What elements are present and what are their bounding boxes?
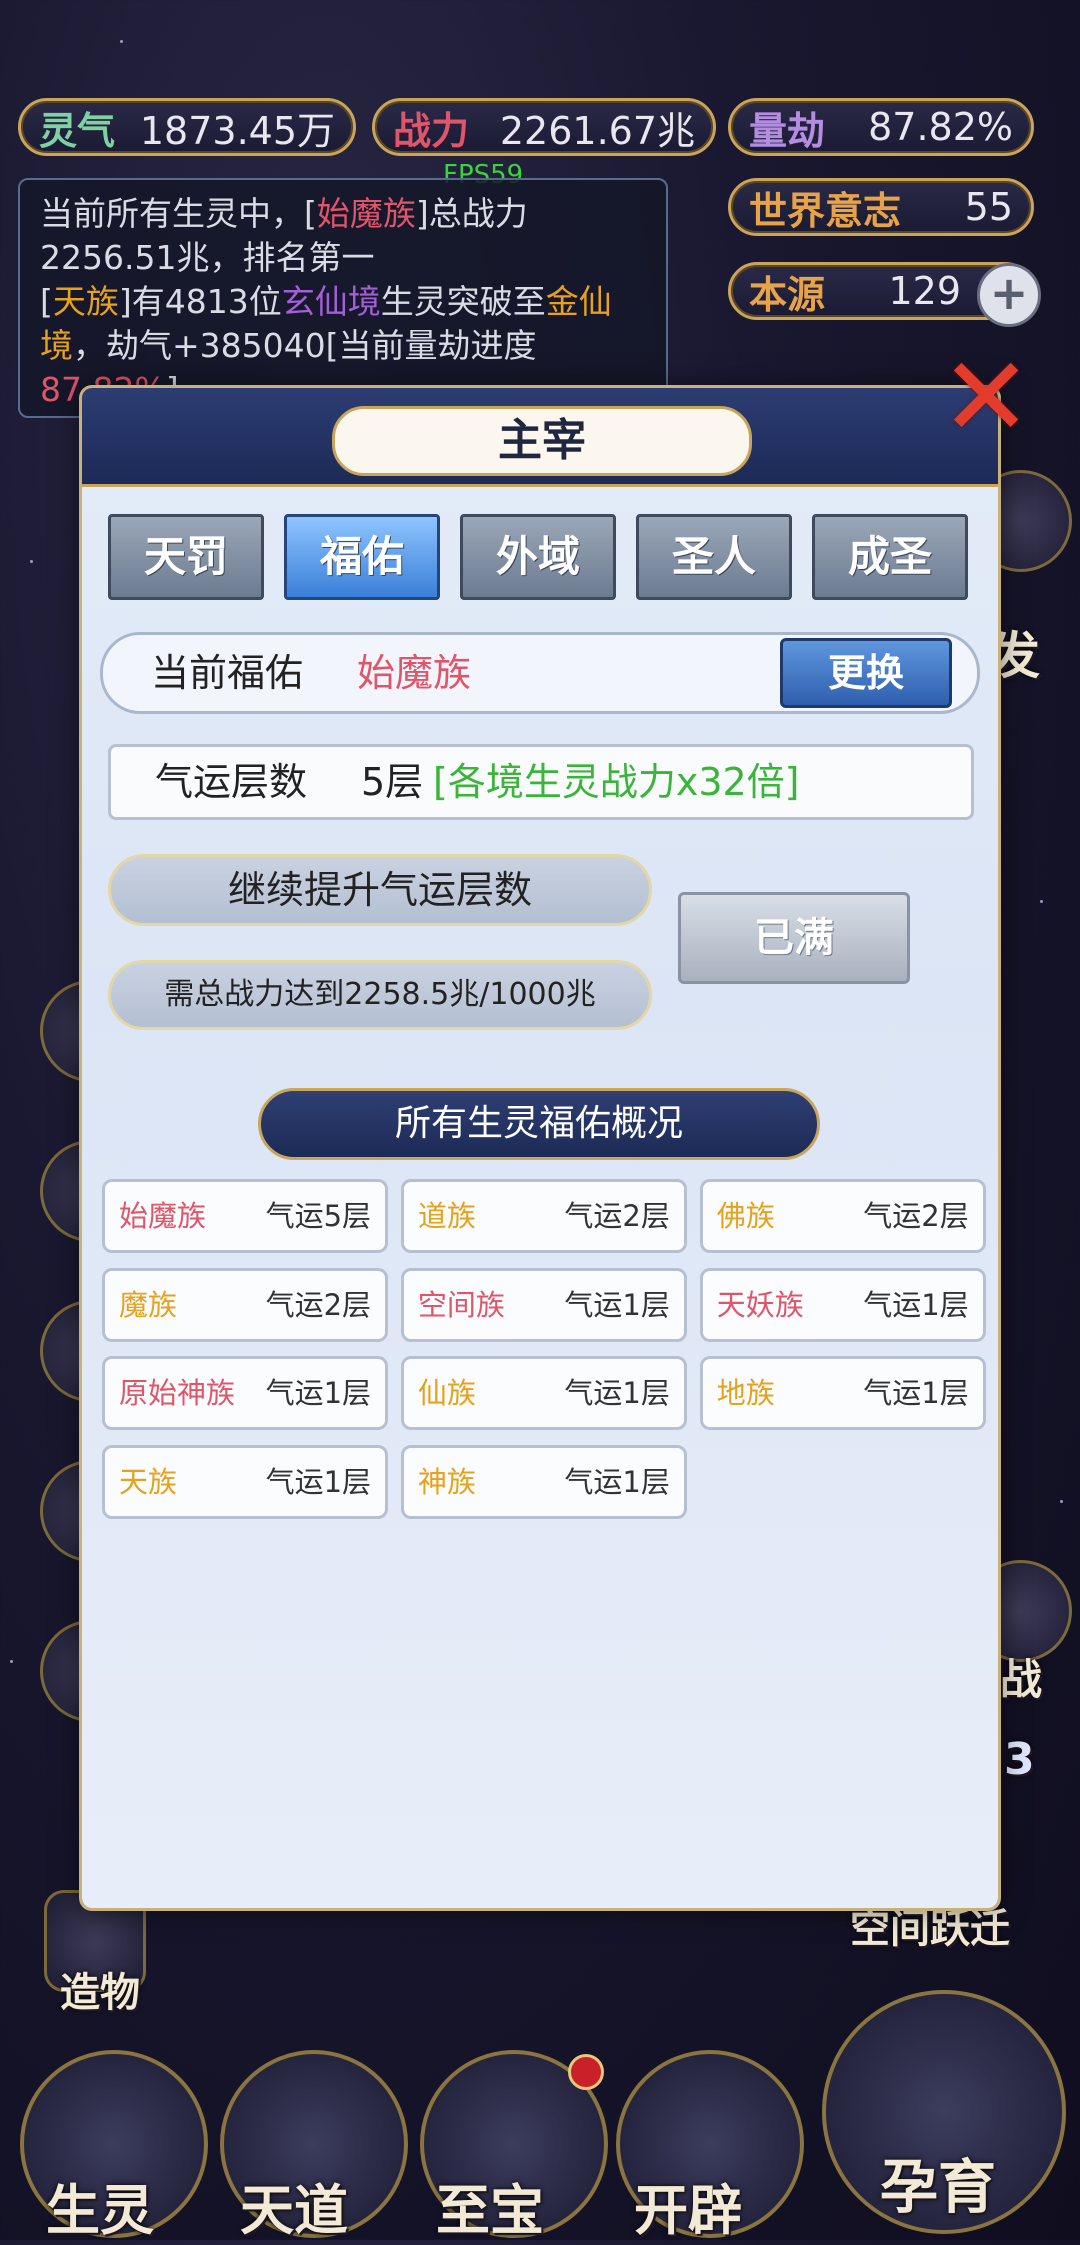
stat-liangjie: 量劫 87.82%	[728, 98, 1034, 156]
race-card: 仙族 气运1层	[400, 1356, 687, 1431]
race-luck-level: 气运2层	[863, 1198, 969, 1233]
nav-label: 至宝	[436, 2179, 544, 2242]
stat-zhanli-value: 2261.67兆	[499, 108, 695, 153]
message-text: [	[40, 282, 53, 321]
message-race: 天族	[52, 282, 119, 321]
nav-label: 天道	[240, 2179, 348, 2242]
tab-fuyou[interactable]: 福佑	[284, 514, 440, 600]
race-luck-level: 气运1层	[265, 1376, 372, 1411]
current-blessing-label: 当前福佑	[151, 651, 304, 695]
upgrade-title: 继续提升气运层数	[108, 854, 652, 926]
change-button[interactable]: 更换	[780, 638, 952, 708]
stat-shijie-label: 世界意志	[749, 188, 902, 233]
nav-label: 孕育	[880, 2153, 997, 2221]
race-card: 地族 气运1层	[699, 1356, 986, 1431]
side-label-right-3: 3	[1004, 1734, 1035, 1785]
star-deco	[10, 1660, 13, 1663]
close-icon[interactable]: ✕	[940, 342, 1032, 452]
race-name: 空间族	[417, 1287, 505, 1322]
message-text: ]有4813位	[118, 282, 282, 321]
race-luck-level: 气运2层	[265, 1287, 372, 1322]
luck-level-row: 气运层数 5层 [各境生灵战力x32倍]	[108, 744, 974, 820]
section-title: 所有生灵福佑概况	[258, 1088, 820, 1160]
race-card: 天妖族 气运1层	[699, 1267, 986, 1342]
add-benyuan-button[interactable]: +	[977, 263, 1041, 327]
stat-lingqi: 灵气 1873.45万	[18, 98, 356, 156]
race-card: 魔族 气运2层	[102, 1267, 389, 1342]
dialog-title: 主宰	[332, 406, 752, 476]
race-luck-level: 气运1层	[863, 1287, 969, 1322]
tab-tianfa[interactable]: 天罚	[108, 514, 264, 600]
tab-shengren[interactable]: 圣人	[636, 514, 792, 600]
race-luck-level: 气运1层	[863, 1376, 969, 1411]
stat-zhanli: 战力 2261.67兆	[372, 98, 716, 156]
upgrade-full-button[interactable]: 已满	[678, 892, 910, 984]
race-card: 原始神族 气运1层	[102, 1356, 389, 1431]
race-luck-level: 气运1层	[564, 1287, 670, 1322]
race-name: 始魔族	[119, 1198, 207, 1233]
message-text: ，劫气+385040[当前量劫进度	[73, 326, 537, 365]
nav-label: 生灵	[46, 2179, 154, 2242]
message-text: 当前所有生灵中，[	[40, 194, 317, 233]
star-deco	[120, 40, 123, 43]
race-card: 神族 气运1层	[400, 1444, 687, 1519]
stat-benyuan: 本源 129 +	[728, 262, 1041, 327]
zhuzai-dialog: 主宰 天罚 福佑 外域 圣人 成圣 当前福佑 始魔族 更换 气运层数 5层 [各…	[82, 388, 998, 1908]
side-label-zaowu: 造物	[60, 1970, 140, 2016]
race-card: 佛族 气运2层	[699, 1178, 986, 1253]
upgrade-requirement: 需总战力达到2258.5兆/1000兆	[108, 960, 652, 1030]
race-name: 天妖族	[716, 1287, 804, 1322]
stat-lingqi-label: 灵气	[39, 108, 116, 153]
race-card: 始魔族 气运5层	[102, 1178, 389, 1253]
race-luck-level: 气运2层	[564, 1198, 670, 1233]
current-blessing-value: 始魔族	[357, 651, 472, 695]
luck-level-label: 气运层数	[155, 760, 308, 804]
race-card: 天族 气运1层	[102, 1444, 389, 1519]
race-name: 地族	[716, 1376, 775, 1411]
star-deco	[30, 560, 33, 563]
stat-liangjie-label: 量劫	[749, 108, 826, 153]
race-luck-level: 气运1层	[265, 1464, 372, 1499]
stat-liangjie-value: 87.82%	[868, 105, 1013, 149]
stat-benyuan-value: 129	[888, 269, 961, 313]
star-deco	[1060, 1500, 1063, 1503]
race-name: 原始神族	[119, 1376, 236, 1411]
notification-dot	[568, 2054, 604, 2090]
message-realm: 玄仙境	[281, 282, 381, 321]
stat-shijie: 世界意志 55	[728, 178, 1034, 236]
stat-benyuan-label: 本源	[749, 272, 826, 317]
luck-level-value: 5层	[361, 760, 424, 804]
race-card: 道族 气运2层	[400, 1178, 687, 1253]
race-card: 空间族 气运1层	[400, 1267, 687, 1342]
race-name: 魔族	[119, 1287, 178, 1322]
message-text: 生灵突破至	[380, 282, 546, 321]
race-luck-level: 气运5层	[265, 1198, 372, 1233]
race-name: 佛族	[716, 1198, 775, 1233]
nav-label: 开辟	[634, 2179, 742, 2242]
stat-lingqi-value: 1873.45万	[139, 108, 335, 153]
star-deco	[1040, 900, 1043, 903]
race-name: 天族	[119, 1464, 178, 1499]
race-name: 仙族	[417, 1376, 476, 1411]
side-label-right-zhan: 战	[1000, 1655, 1043, 1704]
message-log: 当前所有生灵中，[始魔族]总战力2256.51兆，排名第一 [天族]有4813位…	[18, 178, 668, 418]
tab-chengsheng[interactable]: 成圣	[812, 514, 968, 600]
race-luck-level: 气运1层	[564, 1464, 670, 1499]
stat-shijie-value: 55	[964, 185, 1013, 229]
race-name: 道族	[417, 1198, 476, 1233]
stat-zhanli-label: 战力	[393, 108, 470, 153]
luck-level-bonus: [各境生灵战力x32倍]	[433, 760, 800, 804]
message-race: 始魔族	[316, 194, 416, 233]
race-luck-level: 气运1层	[564, 1376, 670, 1411]
tab-waiyu[interactable]: 外域	[460, 514, 616, 600]
race-name: 神族	[417, 1464, 476, 1499]
